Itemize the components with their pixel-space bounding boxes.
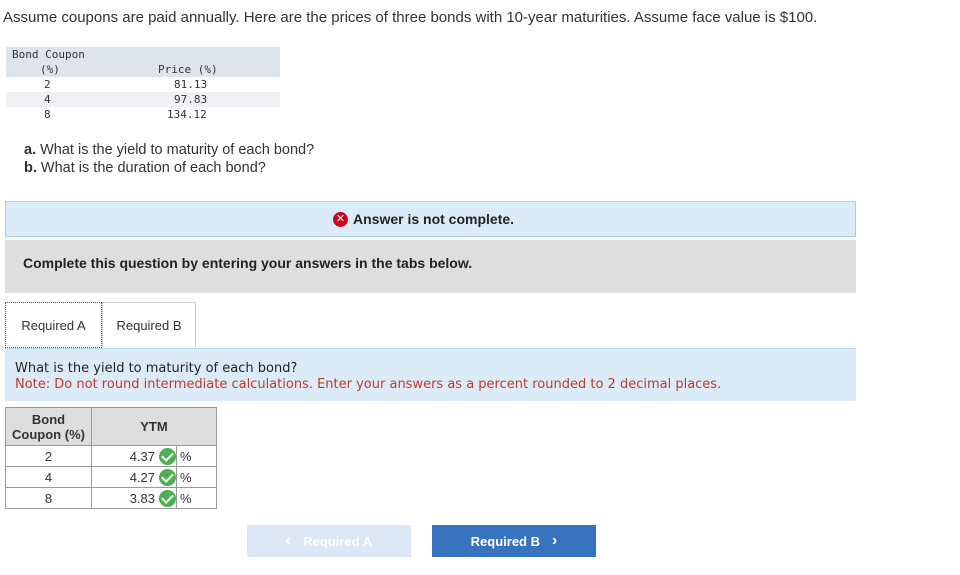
coupon-cell: 4 (6, 92, 134, 107)
table-row: 4 4.27 % (5, 466, 217, 488)
question-a: a. What is the yield to maturity of each… (24, 142, 314, 158)
table-row: 2 4.37 % (5, 445, 217, 467)
prev-button-label: Required A (303, 533, 373, 549)
instruction-banner: Complete this question by entering your … (5, 240, 856, 293)
prompt-note: Note: Do not round intermediate calculat… (15, 377, 722, 392)
status-text: Answer is not complete. (353, 211, 515, 227)
question-b-label: b. (24, 160, 37, 176)
price-cell: 134.12 (167, 108, 207, 121)
price-cell: 81.13 (174, 78, 208, 91)
instruction-text: Complete this question by entering your … (23, 255, 473, 271)
status-message: ✕ Answer is not complete. (333, 211, 514, 227)
header-bond-coupon: Bond Coupon (6, 47, 134, 62)
coupon-cell: 8 (44, 108, 51, 121)
table-header-row: Bond Coupon (6, 47, 280, 62)
table-row: 8 134.12 (6, 107, 280, 122)
table-header-row: Bond Coupon (%) YTM (5, 407, 217, 446)
previous-required-a-button[interactable]: ‹ Required A (247, 525, 411, 557)
chevron-right-icon: › (552, 532, 558, 549)
next-button-label: Required B (470, 533, 540, 549)
error-x-icon: ✕ (333, 211, 348, 227)
question-prompt: What is the yield to maturity of each bo… (5, 348, 856, 401)
ytm-input-cell[interactable]: 4.27 (91, 466, 177, 488)
ytm-value[interactable]: 4.37 (130, 449, 155, 464)
table-header-row: (%) Price (%) (6, 62, 280, 77)
question-b-text: What is the duration of each bond? (36, 160, 266, 176)
price-cell: 97.83 (134, 92, 280, 107)
question-a-label: a. (24, 142, 37, 158)
problem-statement: Assume coupons are paid annually. Here a… (3, 9, 818, 26)
header-coupon-unit: (%) (6, 62, 134, 77)
tab-required-a[interactable]: Required A (5, 302, 102, 348)
coupon-cell: 2 (44, 78, 51, 91)
tab-required-b[interactable]: Required B (102, 302, 196, 347)
ytm-input-cell[interactable]: 4.37 (91, 445, 177, 467)
check-icon (159, 468, 176, 486)
table-row: 8 3.83 % (5, 487, 217, 509)
coupon-cell: 4 (5, 466, 92, 488)
header-price: Price (%) (134, 62, 280, 77)
table-row: 2 81.13 (6, 77, 280, 92)
bond-price-table: Bond Coupon (%) Price (%) 2 81.13 4 97.8… (6, 47, 280, 122)
table-row: 4 97.83 (6, 92, 280, 107)
question-b: b. What is the duration of each bond? (24, 160, 266, 176)
question-a-text: What is the yield to maturity of each bo… (36, 142, 315, 158)
coupon-cell: 2 (5, 445, 92, 467)
chevron-left-icon: ‹ (285, 532, 292, 549)
percent-unit: % (176, 466, 217, 488)
header-bond-coupon: Bond Coupon (%) (5, 407, 92, 446)
prompt-question: What is the yield to maturity of each bo… (15, 361, 298, 376)
next-required-b-button[interactable]: Required B › (432, 525, 596, 557)
check-icon (159, 489, 176, 507)
percent-unit: % (176, 445, 217, 467)
header-ytm: YTM (91, 407, 217, 446)
check-icon (159, 447, 176, 465)
percent-unit: % (176, 487, 217, 509)
ytm-value[interactable]: 4.27 (130, 470, 155, 485)
ytm-input-cell[interactable]: 3.83 (91, 487, 177, 509)
coupon-cell: 8 (5, 487, 92, 509)
ytm-value[interactable]: 3.83 (130, 491, 155, 506)
ytm-answer-table: Bond Coupon (%) YTM 2 4.37 % 4 4.27 % 8 … (5, 407, 217, 509)
answer-status-bar: ✕ Answer is not complete. (5, 201, 856, 237)
